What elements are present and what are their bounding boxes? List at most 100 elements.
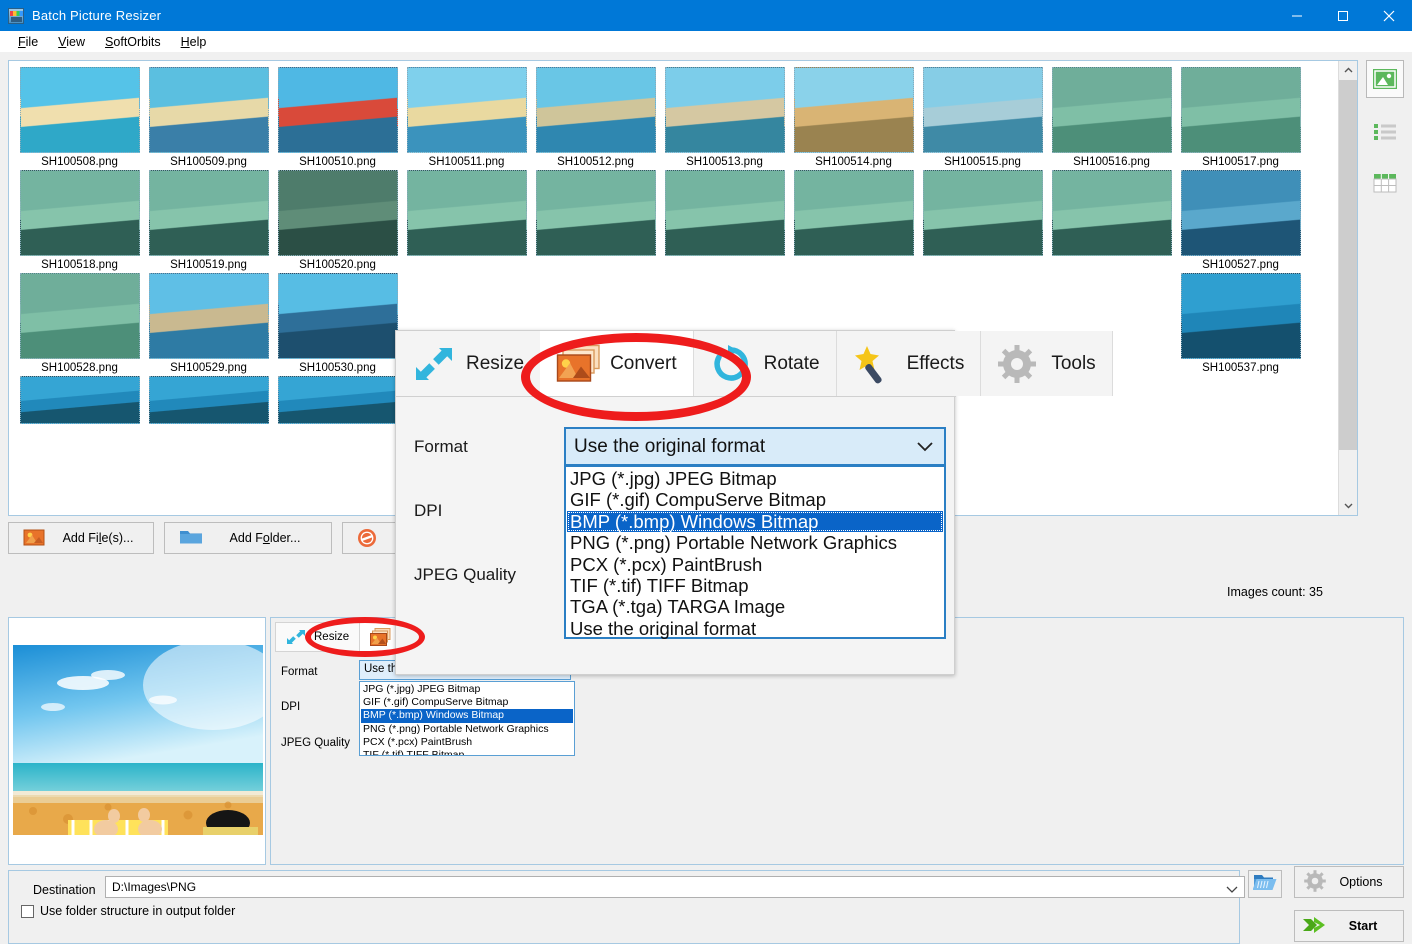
add-files-button[interactable]: Add File(s)... <box>8 522 154 554</box>
thumbnail-image[interactable] <box>148 376 269 424</box>
thumbnail-item[interactable]: SH100514.png <box>791 67 916 168</box>
thumbnail-item[interactable]: SH100513.png <box>662 67 787 168</box>
start-button[interactable]: Start <box>1294 910 1404 942</box>
format-option[interactable]: BMP (*.bmp) Windows Bitmap <box>361 709 573 723</box>
thumbnail-item[interactable]: SH100528.png <box>17 273 142 374</box>
format-option[interactable]: Use the original format <box>567 618 943 639</box>
minimize-button[interactable] <box>1274 0 1320 31</box>
format-option[interactable]: PCX (*.pcx) PaintBrush <box>361 736 573 749</box>
thumbnail-image[interactable] <box>19 376 140 424</box>
thumbnail-item[interactable]: SH100529.png <box>146 273 271 374</box>
menu-softorbits[interactable]: SoftOrbits <box>95 33 171 51</box>
thumbnail-item[interactable]: SH100512.png <box>533 67 658 168</box>
format-option[interactable]: PNG (*.png) Portable Network Graphics <box>567 532 943 553</box>
thumbnail-image[interactable] <box>793 67 914 153</box>
thumbnail-image[interactable] <box>922 67 1043 153</box>
thumbnail-image[interactable] <box>922 170 1043 256</box>
tab-resize-small[interactable]: Resize <box>275 622 361 652</box>
thumbnail-item[interactable]: SH100520.png <box>275 170 400 271</box>
thumbnail-item[interactable]: SH100516.png <box>1049 67 1174 168</box>
thumbnail-image[interactable] <box>1180 273 1301 359</box>
thumbnail-image[interactable] <box>148 67 269 153</box>
format-option[interactable]: GIF (*.gif) CompuServe Bitmap <box>567 489 943 510</box>
thumbnail-image[interactable] <box>664 170 785 256</box>
thumbnail-image[interactable] <box>148 273 269 359</box>
thumbnail-image[interactable] <box>277 273 398 359</box>
format-option[interactable]: BMP (*.bmp) Windows Bitmap <box>567 510 943 533</box>
use-folder-structure-row[interactable]: Use folder structure in output folder <box>21 904 235 918</box>
small-format-dropdown-list[interactable]: JPG (*.jpg) JPEG Bitmap GIF (*.gif) Compu… <box>359 681 575 756</box>
thumbnail-item[interactable]: SH100508.png <box>17 67 142 168</box>
tab-rotate[interactable]: Rotate <box>693 331 837 396</box>
thumbnail-image[interactable] <box>1180 67 1301 153</box>
thumbnail-image[interactable] <box>1180 170 1301 256</box>
tab-resize[interactable]: Resize <box>396 331 541 396</box>
format-option[interactable]: PNG (*.png) Portable Network Graphics <box>361 723 573 736</box>
format-option[interactable]: JPG (*.jpg) JPEG Bitmap <box>567 468 943 489</box>
thumbnail-item[interactable]: SH100515.png <box>920 67 1045 168</box>
thumbnail-image[interactable] <box>19 67 140 153</box>
scroll-up-button[interactable] <box>1339 61 1357 80</box>
close-button[interactable] <box>1366 0 1412 31</box>
chevron-down-icon[interactable] <box>1226 883 1238 893</box>
thumbnail-image[interactable] <box>277 170 398 256</box>
add-folder-button[interactable]: Add Folder... <box>164 522 332 554</box>
thumbnail-item[interactable]: SH100511.png <box>404 67 529 168</box>
format-option[interactable]: JPG (*.jpg) JPEG Bitmap <box>361 683 573 696</box>
thumbnail-image[interactable] <box>277 67 398 153</box>
thumbnail-item[interactable]: SH100530.png <box>275 273 400 374</box>
format-option[interactable]: TIF (*.tif) TIFF Bitmap <box>361 749 573 755</box>
thumbnail-item[interactable]: SH100517.png <box>1178 67 1303 168</box>
format-option[interactable]: GIF (*.gif) CompuServe Bitmap <box>361 696 573 709</box>
thumbnail-item[interactable]: SH100537.png <box>1178 273 1303 374</box>
thumbnail-image[interactable] <box>277 376 398 424</box>
thumbnail-item[interactable] <box>791 170 916 271</box>
maximize-button[interactable] <box>1320 0 1366 31</box>
thumbnails-view-button[interactable] <box>1366 60 1404 98</box>
thumbnail-image[interactable] <box>1051 170 1172 256</box>
thumbnail-scrollbar[interactable] <box>1338 61 1357 515</box>
thumbnail-image[interactable] <box>19 273 140 359</box>
format-combobox[interactable]: Use the original format <box>564 427 946 466</box>
table-view-button[interactable] <box>1366 164 1404 202</box>
tab-tools[interactable]: Tools <box>981 331 1113 396</box>
tab-effects[interactable]: Effects <box>836 331 982 396</box>
tab-convert[interactable]: Convert <box>540 331 694 396</box>
scroll-down-button[interactable] <box>1339 496 1357 515</box>
thumbnail-image[interactable] <box>535 67 656 153</box>
thumbnail-image[interactable] <box>793 170 914 256</box>
destination-input[interactable]: D:\Images\PNG <box>105 876 1245 898</box>
list-view-button[interactable] <box>1366 112 1404 150</box>
thumbnail-item[interactable]: SH100509.png <box>146 67 271 168</box>
thumbnail-image[interactable] <box>535 170 656 256</box>
scrollbar-thumb[interactable] <box>1339 80 1357 450</box>
thumbnail-item[interactable] <box>275 376 400 438</box>
thumbnail-item[interactable] <box>404 170 529 271</box>
use-folder-structure-checkbox[interactable] <box>21 904 34 918</box>
format-dropdown-list[interactable]: JPG (*.jpg) JPEG Bitmap GIF (*.gif) Compu… <box>564 465 946 639</box>
thumbnail-image[interactable] <box>664 67 785 153</box>
thumbnail-item[interactable]: SH100519.png <box>146 170 271 271</box>
thumbnail-item[interactable] <box>17 376 142 438</box>
thumbnail-image[interactable] <box>19 170 140 256</box>
format-option[interactable]: TIF (*.tif) TIFF Bitmap <box>567 575 943 596</box>
thumbnail-item[interactable]: SH100527.png <box>1178 170 1303 271</box>
thumbnail-item[interactable] <box>662 170 787 271</box>
thumbnail-item[interactable] <box>920 170 1045 271</box>
format-option[interactable]: TGA (*.tga) TARGA Image <box>567 596 943 617</box>
thumbnail-item[interactable]: SH100510.png <box>275 67 400 168</box>
format-option[interactable]: PCX (*.pcx) PaintBrush <box>567 554 943 575</box>
thumbnail-image[interactable] <box>406 170 527 256</box>
thumbnail-item[interactable] <box>1049 170 1174 271</box>
thumbnail-image[interactable] <box>148 170 269 256</box>
options-button[interactable]: Options <box>1294 866 1404 898</box>
thumbnail-image[interactable] <box>406 67 527 153</box>
thumbnail-image[interactable] <box>1051 67 1172 153</box>
menu-file[interactable]: File <box>8 33 48 51</box>
menu-view[interactable]: View <box>48 33 95 51</box>
thumbnail-item[interactable] <box>533 170 658 271</box>
browse-destination-button[interactable] <box>1248 870 1282 898</box>
thumbnail-item[interactable] <box>146 376 271 438</box>
menu-help[interactable]: Help <box>171 33 217 51</box>
thumbnail-item[interactable]: SH100518.png <box>17 170 142 271</box>
